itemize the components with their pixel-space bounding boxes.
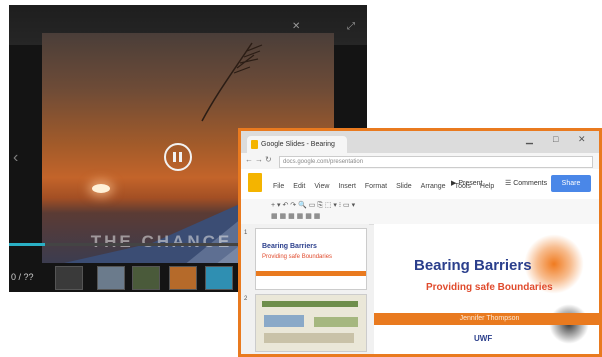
slide-title[interactable]: Bearing Barriers	[414, 257, 532, 274]
menu-item-arrange[interactable]: Arrange	[421, 183, 446, 190]
slide-subtitle[interactable]: Providing safe Boundaries	[426, 282, 553, 293]
progress-fill	[9, 243, 45, 246]
toolbar-row-2[interactable]: ▦ ▦ ▦ ▦ ▦ ▦	[271, 212, 320, 220]
comments-button[interactable]: ☰ Comments	[505, 179, 547, 187]
browser-tab-bar: Google Slides - Bearing ▁ □ ✕	[241, 131, 599, 153]
forward-icon[interactable]: →	[255, 155, 263, 164]
close-window-icon[interactable]: ✕	[578, 134, 586, 145]
slides-window[interactable]: Google Slides - Bearing ▁ □ ✕ ← → ↻ docs…	[238, 128, 602, 357]
reload-icon[interactable]: ↻	[265, 155, 272, 164]
address-bar: ← → ↻ docs.google.com/presentation	[241, 153, 599, 170]
slide-footer-logo[interactable]: UWF	[474, 334, 492, 343]
tab-title: Google Slides - Bearing	[261, 141, 335, 148]
menu-item-insert[interactable]: Insert	[338, 183, 356, 190]
menu-item-edit[interactable]: Edit	[293, 183, 305, 190]
browser-tab[interactable]: Google Slides - Bearing	[247, 136, 347, 153]
slides-logo-icon[interactable]	[248, 173, 262, 192]
slides-favicon-icon	[251, 140, 258, 149]
close-icon[interactable]: ✕	[292, 21, 300, 33]
grass-image	[201, 42, 263, 122]
thumbnail[interactable]	[55, 266, 83, 290]
slide-canvas[interactable]: Bearing Barriers Providing safe Boundari…	[374, 224, 599, 354]
slide-thumbnail[interactable]	[255, 294, 367, 352]
menu-item-file[interactable]: File	[273, 183, 284, 190]
url-field[interactable]: docs.google.com/presentation	[279, 156, 593, 168]
fullscreen-icon[interactable]: ⤢	[347, 21, 355, 33]
formatting-toolbar: + ▾ ↶ ↷ 🔍 ▭ ⎘ ⬚ ▾ ⁝ ▭ ▾ ▦ ▦ ▦ ▦ ▦ ▦	[241, 199, 599, 225]
thumbnail[interactable]	[205, 266, 233, 290]
toolbar-row-1[interactable]: + ▾ ↶ ↷ 🔍 ▭ ⎘ ⬚ ▾ ⁝ ▭ ▾	[271, 201, 355, 210]
maximize-icon[interactable]: □	[553, 134, 558, 144]
thumbnail[interactable]	[169, 266, 197, 290]
thumbnail[interactable]	[97, 266, 125, 290]
slide-filmstrip: 1 Bearing Barriers Providing safe Bounda…	[241, 224, 369, 354]
menu-item-view[interactable]: View	[314, 183, 329, 190]
menu-item-format[interactable]: Format	[365, 183, 387, 190]
slide-band[interactable]: Jennifer Thompson	[374, 313, 599, 325]
slide-number: 1	[244, 230, 248, 236]
slide-number: 2	[244, 296, 248, 302]
menu-item-slide[interactable]: Slide	[396, 183, 412, 190]
slide-thumbnail[interactable]: Bearing Barriers Providing safe Boundari…	[255, 228, 367, 290]
previous-arrow-icon[interactable]: ‹	[13, 149, 18, 167]
app-header: File Edit View Insert Format Slide Arrange Tool…	[241, 169, 599, 199]
minimize-icon[interactable]: ▁	[526, 134, 533, 145]
pause-icon	[173, 152, 176, 162]
pause-button[interactable]	[164, 143, 192, 171]
share-button[interactable]: Share	[551, 175, 591, 192]
thumbnail[interactable]	[132, 266, 160, 290]
time-label: 0 / ??	[11, 272, 34, 282]
present-button[interactable]: ▶ Present	[451, 179, 482, 187]
back-icon[interactable]: ←	[245, 155, 253, 164]
video-caption: THE CHANCE	[90, 232, 233, 251]
